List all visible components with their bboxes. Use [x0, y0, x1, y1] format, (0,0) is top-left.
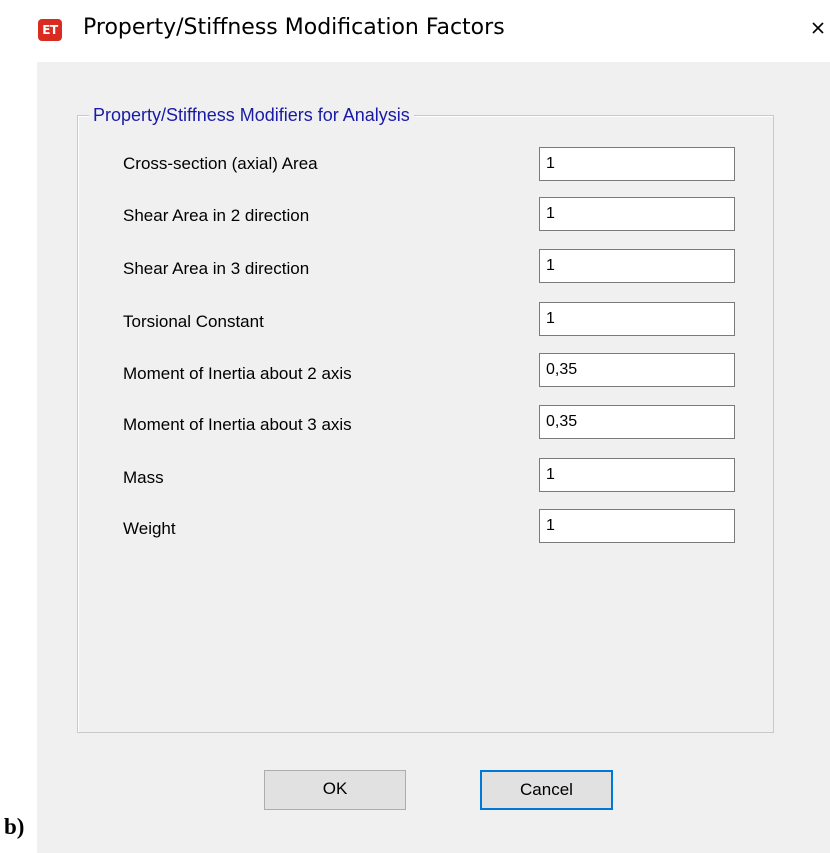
- label-moment-inertia-2: Moment of Inertia about 2 axis: [123, 364, 352, 383]
- label-weight: Weight: [123, 519, 176, 538]
- label-mass: Mass: [123, 468, 164, 487]
- label-moment-inertia-3: Moment of Inertia about 3 axis: [123, 415, 352, 434]
- cross-section-area-field[interactable]: [539, 147, 735, 181]
- group-box-title: Property/Stiffness Modifiers for Analysi…: [89, 104, 414, 126]
- page: ET Property/Stiffness Modification Facto…: [0, 0, 830, 853]
- figure-caption-label: b): [4, 814, 25, 839]
- label-torsional-constant: Torsional Constant: [123, 312, 264, 331]
- mass-field[interactable]: [539, 458, 735, 492]
- close-icon[interactable]: [810, 14, 830, 44]
- ok-button[interactable]: OK: [264, 770, 406, 810]
- shear-area-2-field[interactable]: [539, 197, 735, 231]
- etabs-app-icon: ET: [38, 19, 62, 41]
- shear-area-3-field[interactable]: [539, 249, 735, 283]
- moment-inertia-2-field[interactable]: [539, 353, 735, 387]
- label-shear-area-2: Shear Area in 2 direction: [123, 206, 310, 225]
- torsional-constant-field[interactable]: [539, 302, 735, 336]
- window-title: Property/Stiffness Modification Factors: [83, 15, 505, 40]
- moment-inertia-3-field[interactable]: [539, 405, 735, 439]
- cancel-button[interactable]: Cancel: [480, 770, 613, 810]
- weight-field[interactable]: [539, 509, 735, 543]
- title-bar: ET Property/Stiffness Modification Facto…: [0, 0, 830, 62]
- label-shear-area-3: Shear Area in 3 direction: [123, 259, 310, 278]
- label-cross-section-area: Cross-section (axial) Area: [123, 154, 318, 173]
